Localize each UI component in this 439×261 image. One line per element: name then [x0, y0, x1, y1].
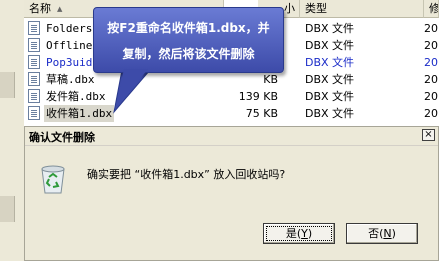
dialog-title-bar[interactable]: 确认文件删除 × [25, 127, 438, 146]
close-icon[interactable]: × [422, 129, 435, 141]
recycle-bin-icon [41, 165, 65, 194]
yes-button-hotkey: Y [301, 227, 308, 240]
yes-button-label-end: ) [307, 227, 313, 240]
yes-button[interactable]: 是(Y) [263, 223, 335, 244]
no-button-label: 否( [368, 227, 384, 240]
dialog-message: 确实要把 “收件箱1.dbx” 放入回收站吗? [87, 168, 286, 181]
confirm-delete-dialog: 确认文件删除 × 确实要把 “收件箱1.dbx” 放入回收站吗? 是(Y) 否(… [24, 126, 439, 261]
no-button-label-end: ) [391, 227, 396, 240]
no-button[interactable]: 否(N) [346, 223, 418, 244]
no-button-hotkey: N [383, 227, 392, 240]
yes-button-label: 是( [285, 227, 302, 240]
dialog-title: 确认文件删除 [29, 131, 95, 144]
